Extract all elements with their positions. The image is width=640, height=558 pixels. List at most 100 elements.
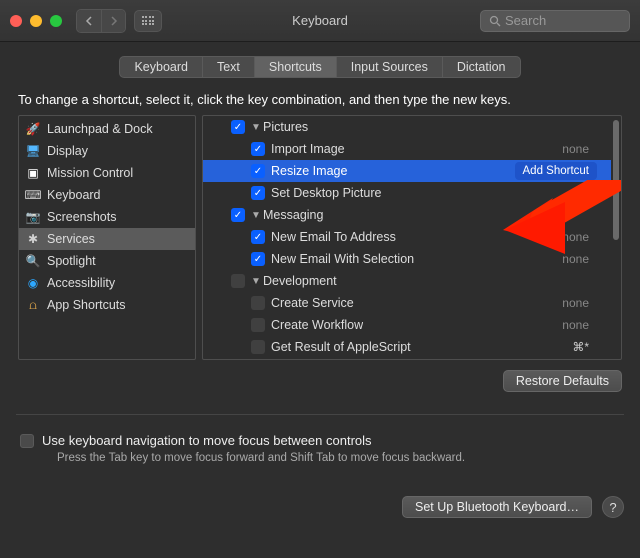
shortcut-value: none	[562, 142, 589, 156]
nav-buttons	[76, 9, 126, 33]
checkbox-icon[interactable]: ✓	[251, 252, 265, 266]
window-controls	[10, 15, 62, 27]
mission-control-icon: ▣	[25, 167, 41, 179]
instruction-text: To change a shortcut, select it, click t…	[0, 78, 640, 115]
chevron-left-icon	[85, 16, 93, 26]
sidebar-item-label: App Shortcuts	[47, 298, 126, 312]
camera-icon: 📷	[25, 211, 41, 223]
checkbox-icon[interactable]: ✓	[251, 186, 265, 200]
checkbox-icon[interactable]: ✓	[231, 208, 245, 222]
scrollbar-thumb[interactable]	[613, 120, 619, 240]
item-row-import-image[interactable]: ✓ Import Image none	[203, 138, 611, 160]
sidebar-item-label: Screenshots	[47, 210, 116, 224]
tab-keyboard[interactable]: Keyboard	[120, 57, 203, 77]
sidebar-item-screenshots[interactable]: 📷 Screenshots	[19, 206, 195, 228]
back-button[interactable]	[77, 10, 101, 32]
tab-dictation[interactable]: Dictation	[443, 57, 520, 77]
checkbox-icon[interactable]: ✓	[251, 164, 265, 178]
checkbox-icon[interactable]	[20, 434, 34, 448]
accessibility-icon: ◉	[25, 277, 41, 289]
group-row-messaging[interactable]: ✓ ▼ Messaging	[203, 204, 611, 226]
item-label: Get Result of AppleScript	[271, 340, 411, 354]
item-label: Resize Image	[271, 164, 347, 178]
keyboard-navigation-hint: Press the Tab key to move focus forward …	[57, 452, 465, 464]
checkbox-icon[interactable]: ✓	[231, 120, 245, 134]
group-row-pictures[interactable]: ✓ ▼ Pictures	[203, 116, 611, 138]
minimize-icon[interactable]	[30, 15, 42, 27]
chevron-down-icon[interactable]: ▼	[251, 276, 261, 287]
search-placeholder: Search	[505, 13, 546, 28]
checkbox-icon[interactable]: ✓	[251, 142, 265, 156]
display-icon: 🖥	[25, 145, 41, 157]
sidebar-item-spotlight[interactable]: 🔍 Spotlight	[19, 250, 195, 272]
forward-button[interactable]	[101, 10, 125, 32]
chevron-right-icon	[110, 16, 118, 26]
shortcut-value: none	[562, 230, 589, 244]
app-shortcuts-icon: ⩍	[25, 299, 41, 311]
search-input[interactable]: Search	[480, 10, 630, 32]
group-label: Pictures	[263, 120, 308, 134]
sidebar-item-label: Launchpad & Dock	[47, 122, 153, 136]
checkbox-icon[interactable]	[251, 296, 265, 310]
sidebar-item-keyboard[interactable]: ⌨ Keyboard	[19, 184, 195, 206]
item-row-create-workflow[interactable]: Create Workflow none	[203, 314, 611, 336]
chevron-down-icon[interactable]: ▼	[251, 210, 261, 221]
item-row-new-email-to-address[interactable]: ✓ New Email To Address none	[203, 226, 611, 248]
sidebar-item-accessibility[interactable]: ◉ Accessibility	[19, 272, 195, 294]
keyboard-icon: ⌨	[25, 189, 41, 201]
rocket-icon: 🚀	[25, 123, 41, 135]
close-icon[interactable]	[10, 15, 22, 27]
checkbox-icon[interactable]	[251, 318, 265, 332]
search-icon	[489, 15, 501, 27]
item-row-new-email-with-selection[interactable]: ✓ New Email With Selection none	[203, 248, 611, 270]
show-all-button[interactable]	[134, 10, 162, 32]
search-icon: 🔍	[25, 255, 41, 267]
shortcut-value: ⌘*	[572, 340, 589, 354]
separator	[16, 414, 624, 415]
sidebar-item-label: Display	[47, 144, 88, 158]
tab-shortcuts[interactable]: Shortcuts	[255, 57, 337, 77]
gear-icon: ✱	[25, 233, 41, 245]
group-label: Development	[263, 274, 337, 288]
add-shortcut-button[interactable]: Add Shortcut	[515, 162, 597, 180]
item-row-set-desktop-picture[interactable]: ✓ Set Desktop Picture	[203, 182, 611, 204]
sidebar-item-label: Accessibility	[47, 276, 115, 290]
shortcut-value: none	[562, 318, 589, 332]
tab-text[interactable]: Text	[203, 57, 255, 77]
group-row-development[interactable]: ▼ Development	[203, 270, 611, 292]
checkbox-icon[interactable]	[251, 340, 265, 354]
keyboard-navigation-label: Use keyboard navigation to move focus be…	[42, 433, 465, 448]
sidebar-item-app-shortcuts[interactable]: ⩍ App Shortcuts	[19, 294, 195, 316]
category-list: 🚀 Launchpad & Dock 🖥 Display ▣ Mission C…	[18, 115, 196, 360]
checkbox-icon[interactable]	[231, 274, 245, 288]
sidebar-item-label: Services	[47, 232, 95, 246]
shortcut-value: none	[562, 296, 589, 310]
sidebar-item-display[interactable]: 🖥 Display	[19, 140, 195, 162]
sidebar-item-label: Mission Control	[47, 166, 133, 180]
tab-input-sources[interactable]: Input Sources	[337, 57, 443, 77]
restore-defaults-button[interactable]: Restore Defaults	[503, 370, 622, 392]
item-label: Create Workflow	[271, 318, 363, 332]
sidebar-item-mission-control[interactable]: ▣ Mission Control	[19, 162, 195, 184]
checkbox-icon[interactable]: ✓	[251, 230, 265, 244]
panes: 🚀 Launchpad & Dock 🖥 Display ▣ Mission C…	[18, 115, 622, 360]
help-button[interactable]: ?	[602, 496, 624, 518]
zoom-icon[interactable]	[50, 15, 62, 27]
title-bar: Keyboard Search	[0, 0, 640, 42]
chevron-down-icon[interactable]: ▼	[251, 122, 261, 133]
sidebar-item-services[interactable]: ✱ Services	[19, 228, 195, 250]
setup-bluetooth-keyboard-button[interactable]: Set Up Bluetooth Keyboard…	[402, 496, 592, 518]
item-label: Create Service	[271, 296, 354, 310]
item-label: Set Desktop Picture	[271, 186, 381, 200]
keyboard-navigation-option: Use keyboard navigation to move focus be…	[20, 433, 620, 464]
item-row-get-result-applescript[interactable]: Get Result of AppleScript ⌘*	[203, 336, 611, 358]
item-row-create-service[interactable]: Create Service none	[203, 292, 611, 314]
item-label: New Email With Selection	[271, 252, 414, 266]
tab-bar: Keyboard Text Shortcuts Input Sources Di…	[0, 56, 640, 78]
item-label: Import Image	[271, 142, 345, 156]
sidebar-item-label: Keyboard	[47, 188, 101, 202]
shortcut-value: none	[562, 252, 589, 266]
sidebar-item-launchpad[interactable]: 🚀 Launchpad & Dock	[19, 118, 195, 140]
item-label: New Email To Address	[271, 230, 396, 244]
item-row-resize-image[interactable]: ✓ Resize Image Add Shortcut	[203, 160, 611, 182]
